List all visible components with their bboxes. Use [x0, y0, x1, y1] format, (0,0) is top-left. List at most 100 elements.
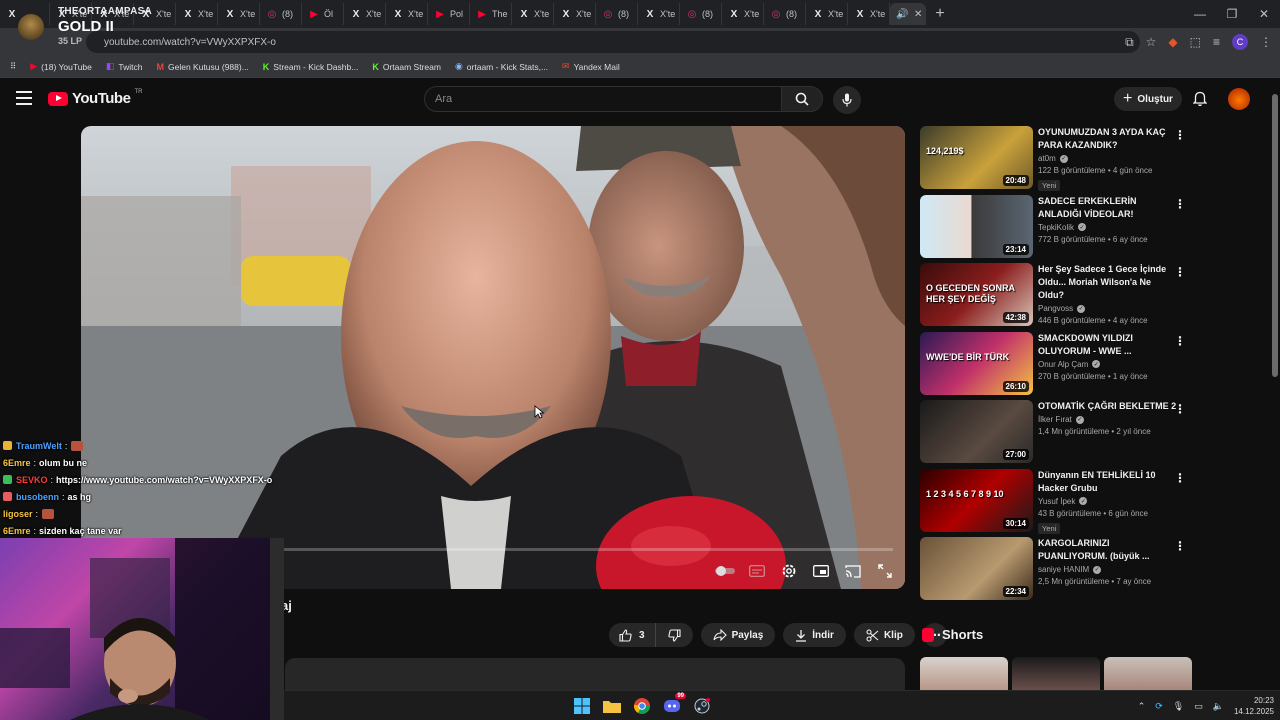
close-tab-icon[interactable]: ✕: [914, 9, 922, 20]
browser-tab[interactable]: X X'te: [218, 3, 260, 25]
bookmark-yandex[interactable]: ✉ Yandex Mail: [562, 61, 620, 72]
profile-avatar[interactable]: C: [1232, 34, 1248, 50]
channel-name[interactable]: saniye HANIM: [1038, 565, 1089, 574]
browser-tab[interactable]: ▶ Öl: [302, 3, 344, 25]
video-thumbnail[interactable]: 27:00: [920, 400, 1033, 463]
video-title[interactable]: SADECE ERKEKLERİN ANLADIĞI VİDEOLAR!: [1038, 195, 1178, 221]
bookmark-stats[interactable]: ◉ ortaam - Kick Stats,...: [455, 61, 548, 72]
apps-grid-icon[interactable]: ⠿: [10, 61, 16, 72]
maximize-button[interactable]: ❐: [1216, 0, 1248, 28]
bookmark-kick[interactable]: K Stream - Kick Dashb...: [263, 62, 359, 72]
browser-tab[interactable]: ◎ (8): [764, 3, 806, 25]
channel-name[interactable]: Onur Alp Çam: [1038, 360, 1088, 369]
recommended-video[interactable]: 27:00 OTOMATİK ÇAĞRI BEKLETME 2 İlker Fıra…: [920, 400, 1190, 469]
bookmark-gmail[interactable]: M Gelen Kutusu (988)...: [157, 62, 249, 72]
bookmark-twitch[interactable]: ◧ Twitch: [106, 61, 143, 72]
bookmark-star-icon[interactable]: ☆: [1146, 35, 1157, 49]
browser-tab[interactable]: ◎ (8): [680, 3, 722, 25]
browser-tab[interactable]: X X'te: [554, 3, 596, 25]
network-icon[interactable]: ▭: [1194, 701, 1203, 712]
account-avatar[interactable]: [1228, 88, 1250, 110]
browser-tab[interactable]: X X'te: [512, 3, 554, 25]
autoplay-toggle[interactable]: [715, 561, 735, 581]
like-button[interactable]: 3: [609, 623, 656, 647]
install-app-icon[interactable]: ⧉: [1125, 35, 1134, 50]
sync-icon[interactable]: ⟳: [1155, 701, 1163, 712]
youtube-logo[interactable]: YouTube TR: [48, 89, 142, 107]
miniplayer-icon[interactable]: [811, 561, 831, 581]
more-options-icon[interactable]: ⋮: [1174, 334, 1186, 348]
video-thumbnail[interactable]: 124,219$ 20:48: [920, 126, 1033, 189]
video-title[interactable]: Dünyanın EN TEHLİKELİ 10 Hacker Grubu: [1038, 469, 1178, 495]
clock[interactable]: 20:23 14.12.2025: [1234, 695, 1274, 717]
channel-name[interactable]: Yusuf İpek: [1038, 497, 1075, 506]
more-options-icon[interactable]: ⋮: [1174, 402, 1186, 416]
channel-name[interactable]: Pangvoss: [1038, 304, 1073, 313]
notifications-button[interactable]: [1190, 89, 1210, 109]
volume-icon[interactable]: 🔈: [1213, 701, 1224, 712]
video-thumbnail[interactable]: WWE'DE BİR TÜRK 26:10: [920, 331, 1033, 395]
more-options-icon[interactable]: ⋮: [1174, 128, 1186, 142]
browser-tab[interactable]: X X'te: [848, 3, 890, 25]
settings-gear-icon[interactable]: [779, 561, 799, 581]
browser-tab[interactable]: X X'te: [344, 3, 386, 25]
address-bar[interactable]: youtube.com/watch?v=VWyXXPXFX-o: [86, 31, 1140, 53]
more-options-icon[interactable]: ⋮: [1174, 265, 1186, 279]
windows-start-icon[interactable]: [572, 696, 592, 716]
browser-tab[interactable]: X X'te: [386, 3, 428, 25]
media-control-icon[interactable]: ≡: [1213, 35, 1220, 49]
extensions-puzzle-icon[interactable]: ⬚: [1190, 35, 1201, 49]
recommended-video[interactable]: WWE'DE BİR TÜRK 26:10 SMACKDOWN YILDIZI OL…: [920, 331, 1190, 401]
recommended-video[interactable]: O GECEDEN SONRA HER ŞEY DEĞİŞ 42:38 Her Şe…: [920, 263, 1190, 332]
download-button[interactable]: İndir: [783, 623, 846, 647]
video-thumbnail[interactable]: 1 2 3 4 5 6 7 8 9 10 30:14: [920, 468, 1033, 532]
tray-overflow-icon[interactable]: ⌃: [1138, 701, 1146, 712]
share-button[interactable]: Paylaş: [700, 623, 776, 647]
search-button[interactable]: [781, 86, 823, 112]
browser-tab[interactable]: ▶ The: [470, 3, 512, 25]
video-thumbnail[interactable]: O GECEDEN SONRA HER ŞEY DEĞİŞ 42:38: [920, 263, 1033, 326]
video-title[interactable]: OYUNUMUZDAN 3 AYDA KAÇ PARA KAZANDIK?: [1038, 126, 1178, 152]
cast-icon[interactable]: [843, 561, 863, 581]
channel-name[interactable]: at0m: [1038, 154, 1056, 163]
voice-search-button[interactable]: [833, 86, 861, 114]
fullscreen-icon[interactable]: [875, 561, 895, 581]
file-explorer-icon[interactable]: [602, 696, 622, 716]
video-title[interactable]: SMACKDOWN YILDIZI OLUYORUM - WWE ...: [1038, 332, 1178, 358]
browser-tab-active[interactable]: 🔊 ✕: [890, 3, 926, 25]
recommended-video[interactable]: 1 2 3 4 5 6 7 8 9 10 30:14 Dünyanın EN TEH…: [920, 468, 1190, 538]
close-window-button[interactable]: ✕: [1248, 0, 1280, 28]
steam-icon[interactable]: [692, 696, 712, 716]
discord-icon[interactable]: 99: [662, 693, 686, 716]
video-thumbnail[interactable]: 23:14: [920, 194, 1033, 258]
more-options-icon[interactable]: ⋮: [1174, 197, 1186, 211]
chrome-menu-icon[interactable]: ⋮: [1260, 35, 1272, 49]
scrollbar-thumb[interactable]: [1272, 94, 1278, 377]
browser-tab[interactable]: X X'te: [638, 3, 680, 25]
browser-tab[interactable]: ◎ (8): [260, 3, 302, 25]
video-thumbnail[interactable]: 22:34: [920, 537, 1033, 600]
browser-tab[interactable]: X X'te: [806, 3, 848, 25]
create-button[interactable]: + Oluştur: [1114, 87, 1182, 111]
recommended-video[interactable]: 22:34 KARGOLARINIZI PUANLIYORUM. (büyük .…: [920, 537, 1190, 606]
channel-name[interactable]: TepkiKolik: [1038, 223, 1074, 232]
bookmark-kick[interactable]: K Ortaam Stream: [372, 62, 441, 72]
clip-button[interactable]: Klip: [853, 623, 915, 647]
dislike-button[interactable]: [656, 623, 693, 647]
new-tab-button[interactable]: +: [926, 5, 954, 23]
more-options-icon[interactable]: ⋮: [1174, 539, 1186, 553]
video-title[interactable]: Her Şey Sadece 1 Gece İçinde Oldu... Mor…: [1038, 263, 1178, 302]
video-title[interactable]: KARGOLARINIZI PUANLIYORUM. (büyük ...: [1038, 537, 1178, 563]
chrome-icon[interactable]: [632, 696, 652, 716]
recommended-video[interactable]: 124,219$ 20:48 OYUNUMUZDAN 3 AYDA KAÇ PARA…: [920, 126, 1190, 195]
channel-name[interactable]: İlker Fırat: [1038, 415, 1072, 424]
browser-tab[interactable]: ◎ (8): [596, 3, 638, 25]
more-options-icon[interactable]: ⋮: [1174, 471, 1186, 485]
recommended-video[interactable]: 23:14 SADECE ERKEKLERİN ANLADIĞI VİDEOLAR…: [920, 194, 1190, 264]
menu-icon[interactable]: [16, 91, 32, 105]
microphone-tray-icon[interactable]: 🎙: [1173, 701, 1184, 712]
browser-tab[interactable]: X X'te: [722, 3, 764, 25]
browser-tab[interactable]: ▶ Pol: [428, 3, 470, 25]
browser-tab[interactable]: X X'te: [176, 3, 218, 25]
bookmark-youtube[interactable]: ▶ (18) YouTube: [30, 61, 92, 72]
